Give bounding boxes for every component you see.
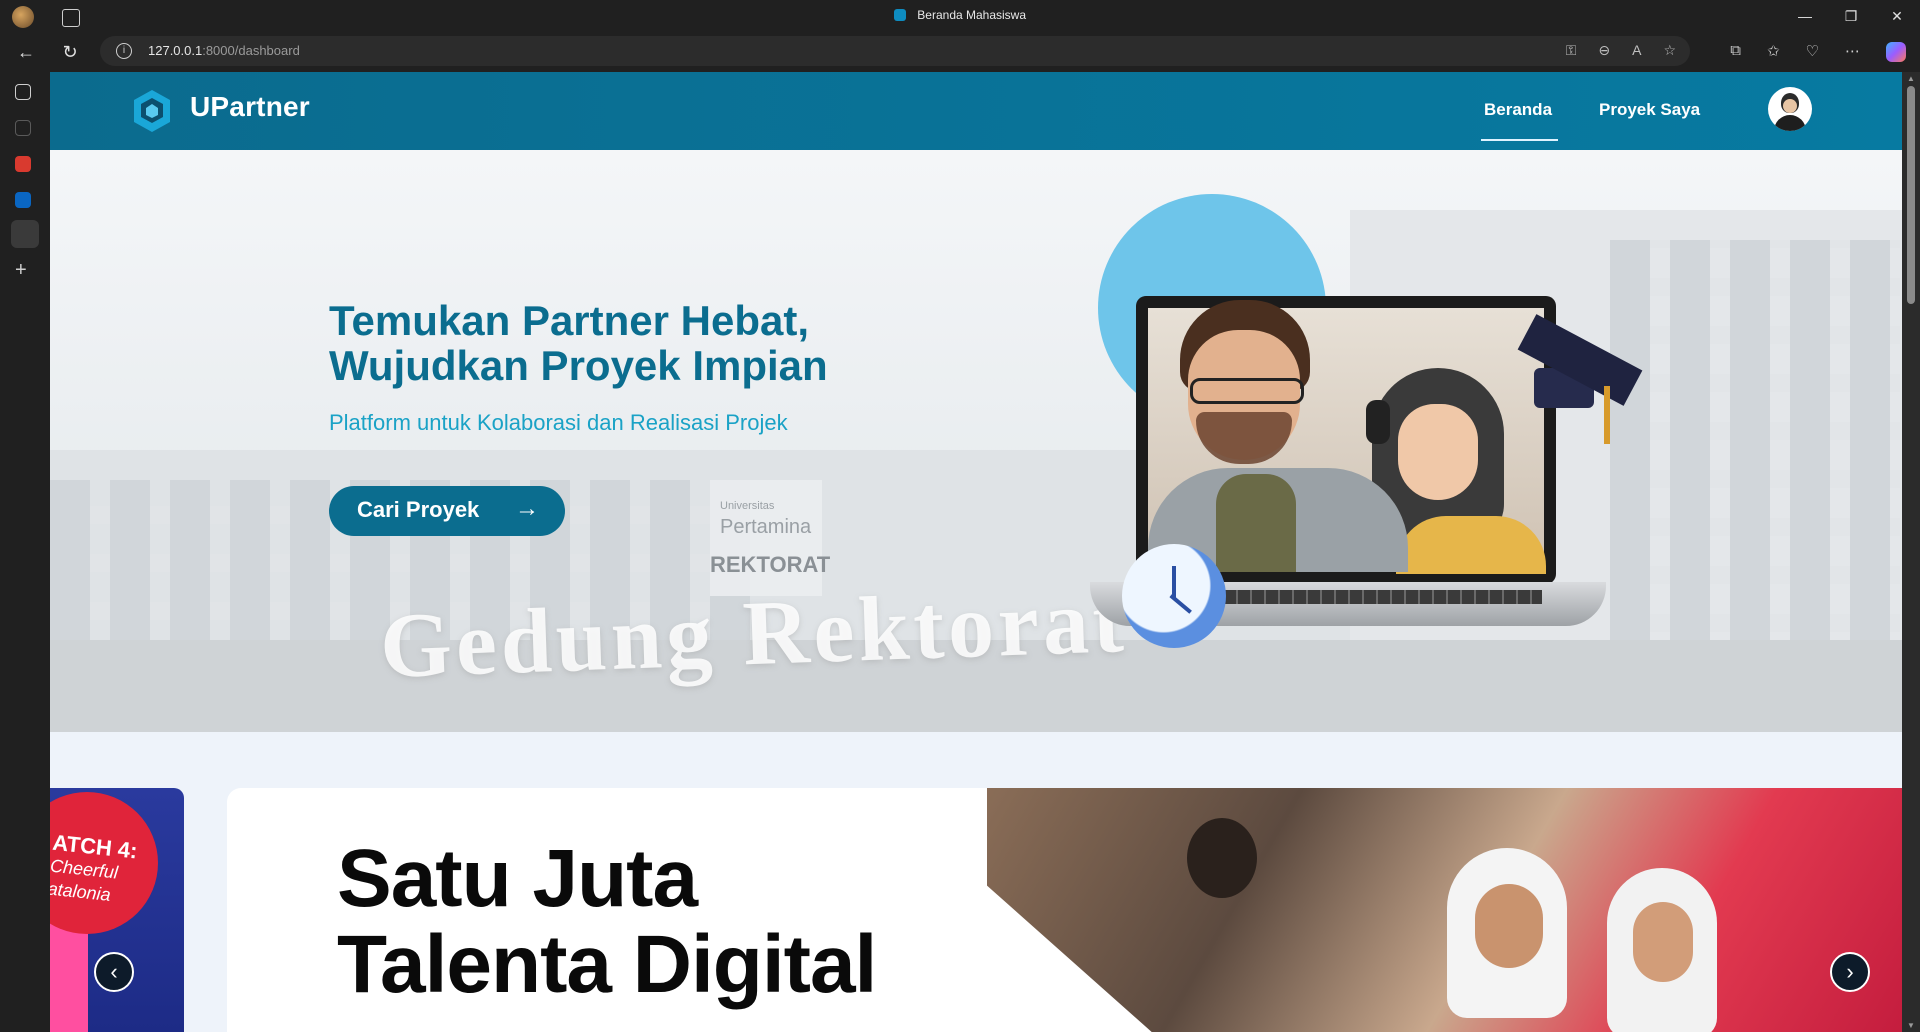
user-avatar[interactable] <box>1768 87 1812 131</box>
carousel-slide-active[interactable]: Satu Juta Talenta Digital <box>227 788 1902 1032</box>
sign-line-1: Universitas <box>720 500 775 512</box>
nav-link-proyek-saya[interactable]: Proyek Saya <box>1599 100 1700 120</box>
browser-toolbar: ← ↻ i 127.0.0.1:8000/dashboard ⚿ ⊖ A ☆ ⧉… <box>0 32 1920 72</box>
hero-title-line-2: Wujudkan Proyek Impian <box>329 342 828 389</box>
zoom-out-icon[interactable]: ⊖ <box>1598 42 1610 59</box>
carousel-slide-previous[interactable]: ATCH 4: Cheerful atalonia <box>50 788 184 1032</box>
sign-line-2: Pertamina <box>720 516 812 538</box>
students-photo <box>987 788 1902 1032</box>
site-navbar: UPartner Beranda Proyek Saya <box>50 72 1902 150</box>
browser-titlebar: Beranda Mahasiswa — ❐ ✕ <box>0 0 1920 32</box>
tab-list-icon[interactable] <box>15 84 31 100</box>
address-bar[interactable]: i 127.0.0.1:8000/dashboard ⚿ ⊖ A ☆ <box>100 36 1690 66</box>
favorites-icon[interactable]: ✩ <box>1767 42 1780 62</box>
cari-proyek-button[interactable]: Cari Proyek → <box>329 486 565 536</box>
headphone-icon <box>1366 400 1390 444</box>
favorite-star-icon[interactable]: ☆ <box>1663 42 1676 59</box>
url-text: 127.0.0.1:8000/dashboard <box>148 43 300 58</box>
collections-icon[interactable] <box>15 120 31 136</box>
back-arrow-icon[interactable]: ← <box>14 40 38 64</box>
hero-title-line-1: Temukan Partner Hebat, <box>329 297 810 344</box>
scroll-down-icon[interactable]: ▼ <box>1907 1021 1915 1030</box>
pdf-tab-icon[interactable] <box>15 156 31 172</box>
site-info-icon[interactable]: i <box>116 43 132 59</box>
hero-title: Temukan Partner Hebat, Wujudkan Proyek I… <box>329 298 1029 388</box>
cta-label: Cari Proyek <box>357 497 480 522</box>
active-nav-indicator <box>1481 139 1558 141</box>
carousel-next-button[interactable]: › <box>1830 952 1870 992</box>
close-window-button[interactable]: ✕ <box>1874 0 1920 32</box>
linkedin-tab-icon[interactable] <box>15 192 31 208</box>
sign-line-3: REKTORAT <box>710 552 831 577</box>
more-menu-icon[interactable]: ⋯ <box>1845 42 1860 62</box>
refresh-icon[interactable]: ↻ <box>58 40 82 64</box>
page-viewport: UPartner Beranda Proyek Saya Universitas… <box>50 72 1902 1032</box>
scroll-up-icon[interactable]: ▲ <box>1907 74 1915 83</box>
batch-badge-text: ATCH 4: Cheerful atalonia <box>50 829 139 905</box>
arrow-right-icon: → <box>515 495 539 522</box>
scrollbar-thumb[interactable] <box>1907 86 1915 304</box>
upartner-tab-icon[interactable] <box>11 220 39 248</box>
promo-carousel: ATCH 4: Cheerful atalonia Satu Juta Tale… <box>50 788 1902 1032</box>
nav-link-beranda[interactable]: Beranda <box>1484 100 1552 120</box>
minimize-button[interactable]: — <box>1782 0 1828 32</box>
maximize-button[interactable]: ❐ <box>1828 0 1874 32</box>
new-tab-icon[interactable]: + <box>15 260 35 280</box>
hero-subtitle: Platform untuk Kolaborasi dan Realisasi … <box>329 410 788 435</box>
slide-headline: Satu Juta Talenta Digital <box>337 833 877 1010</box>
upartner-logo-icon[interactable] <box>134 90 170 132</box>
key-icon[interactable]: ⚿ <box>1566 42 1577 59</box>
window-title: Beranda Mahasiswa <box>0 8 1920 22</box>
browser-vertical-sidebar: + <box>0 72 50 1032</box>
page-scrollbar[interactable]: ▲ ▼ <box>1902 72 1920 1032</box>
carousel-prev-button[interactable]: ‹ <box>94 952 134 992</box>
extensions-icon[interactable]: ⧉ <box>1730 42 1741 62</box>
site-favicon-icon <box>893 9 906 21</box>
read-aloud-icon[interactable]: A <box>1632 42 1641 59</box>
glasses-icon <box>1190 378 1304 404</box>
browser-essentials-icon[interactable]: ♡ <box>1806 42 1819 62</box>
clock-icon <box>1122 544 1226 648</box>
copilot-icon[interactable] <box>1886 42 1906 62</box>
hero-section: Universitas Pertamina REKTORAT Gedung Re… <box>50 150 1902 732</box>
brand-name[interactable]: UPartner <box>190 91 310 123</box>
